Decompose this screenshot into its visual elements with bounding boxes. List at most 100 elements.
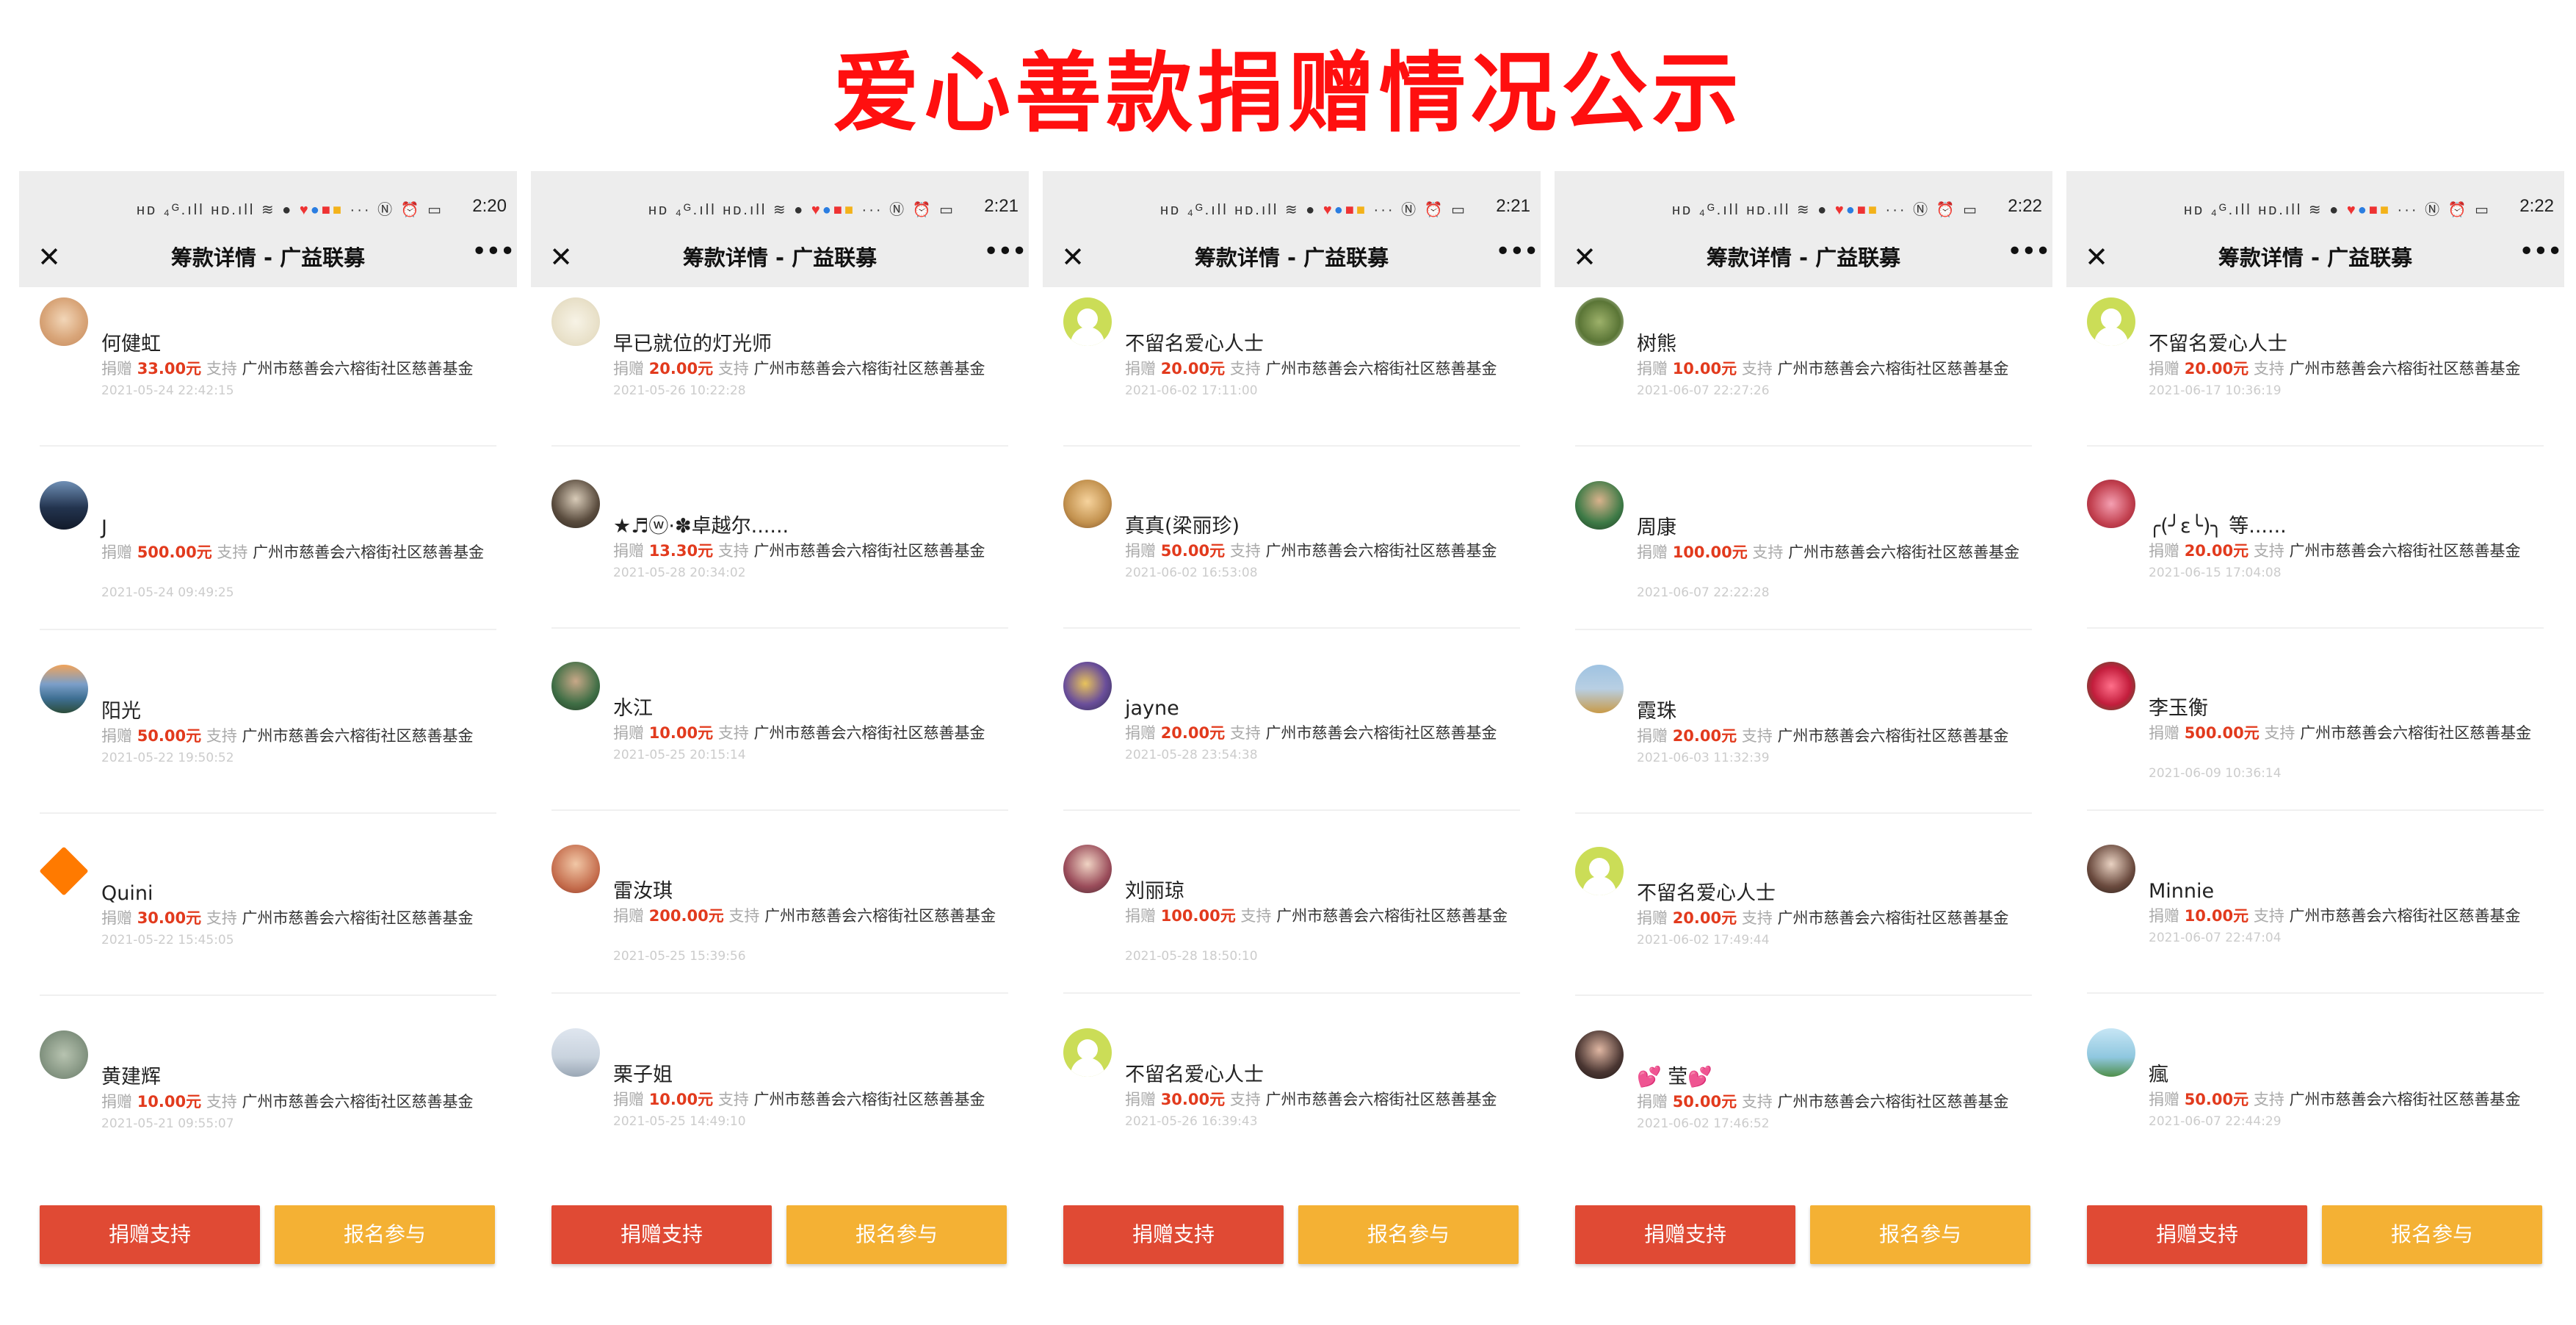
divider (551, 627, 1008, 629)
donation-amount: 500.00元 (2184, 724, 2260, 742)
donation-date: 2021-05-22 15:45:05 (101, 933, 234, 947)
screenshot-panels: ʜᴅ ₄ᴳ.ıll ʜᴅ.ıll ≋ ● ♥●■■ ··· Ⓝ ⏰ ▭ 2:20 ✕… (19, 171, 2564, 1273)
avatar (2087, 845, 2135, 893)
close-icon[interactable]: ✕ (35, 243, 63, 271)
donate-label: 捐赠 (101, 1093, 132, 1111)
avatar (2087, 1028, 2135, 1077)
donate-label: 捐赠 (101, 360, 132, 378)
donation-amount: 20.00元 (2184, 542, 2249, 560)
nav-title: 筹款详情 - 广益联募 (170, 245, 366, 270)
close-icon[interactable]: ✕ (2083, 243, 2110, 271)
donate-button[interactable]: 捐赠支持 (551, 1205, 772, 1264)
support-label: 支持 (1229, 724, 1261, 742)
divider (551, 992, 1008, 994)
divider (1063, 445, 1520, 447)
close-icon[interactable]: ✕ (1571, 243, 1599, 271)
support-label: 支持 (206, 1093, 237, 1111)
more-icon[interactable]: ••• (471, 237, 515, 267)
donate-label: 捐赠 (613, 1091, 644, 1108)
donate-button[interactable]: 捐赠支持 (40, 1205, 260, 1264)
support-label: 支持 (1240, 907, 1272, 925)
donate-button[interactable]: 捐赠支持 (2087, 1205, 2307, 1264)
donation-list[interactable]: 树熊 捐赠 10.00元 支持 广州市慈善会六榕街社区慈善基金 2021-06-07… (1555, 287, 2052, 1196)
donate-label: 捐赠 (613, 542, 644, 560)
join-button[interactable]: 报名参与 (1298, 1205, 1519, 1264)
donation-list[interactable]: 何健虹 捐赠 33.00元 支持 广州市慈善会六榕街社区慈善基金 2021-05-2… (19, 287, 517, 1196)
support-label: 支持 (1741, 1093, 1773, 1111)
divider (1063, 809, 1520, 811)
donate-label: 捐赠 (1125, 1091, 1156, 1108)
donation-detail: 捐赠 10.00元 支持 广州市慈善会六榕街社区慈善基金 (613, 723, 1013, 743)
list-item: 李玉衡 捐赠 500.00元 支持 广州市慈善会六榕街社区慈善基金 2021-06-… (2066, 651, 2564, 828)
organization-name: 广州市慈善会六榕街社区慈善基金 (253, 544, 485, 561)
nav-bar: ✕ 筹款详情 - 广益联募 ••• (1555, 230, 2052, 287)
donor-name: 周康 (1637, 516, 1676, 539)
support-label: 支持 (206, 727, 237, 745)
donation-detail: 捐赠 500.00元 支持 广州市慈善会六榕街社区慈善基金 (2149, 723, 2549, 743)
list-item: 霞珠 捐赠 20.00元 支持 广州市慈善会六榕街社区慈善基金 2021-06-03… (1555, 654, 2052, 831)
organization-name: 广州市慈善会六榕街社区慈善基金 (242, 909, 474, 927)
donate-label: 捐赠 (2149, 724, 2179, 742)
support-label: 支持 (1229, 542, 1261, 560)
join-button[interactable]: 报名参与 (275, 1205, 495, 1264)
divider (40, 812, 496, 814)
donate-label: 捐赠 (1637, 727, 1668, 745)
donation-detail: 捐赠 50.00元 支持 广州市慈善会六榕街社区慈善基金 (101, 726, 502, 746)
donation-date: 2021-06-07 22:47:04 (2149, 931, 2282, 945)
nav-title: 筹款详情 - 广益联募 (682, 245, 878, 270)
donor-name: 不留名爱心人士 (1125, 1064, 1264, 1086)
donor-name: 黄建辉 (101, 1066, 161, 1088)
more-icon[interactable]: ••• (2007, 237, 2051, 267)
organization-name: 广州市慈善会六榕街社区慈善基金 (1788, 544, 2020, 561)
donation-amount: 10.00元 (648, 1091, 714, 1108)
avatar (551, 297, 600, 346)
support-label: 支持 (2253, 907, 2284, 925)
list-item: 阳光 捐赠 50.00元 支持 广州市慈善会六榕街社区慈善基金 2021-05-22… (19, 654, 517, 831)
donation-amount: 20.00元 (1160, 724, 1226, 742)
support-label: 支持 (717, 360, 749, 378)
close-icon[interactable]: ✕ (1059, 243, 1087, 271)
donation-detail: 捐赠 50.00元 支持 广州市慈善会六榕街社区慈善基金 (1637, 1092, 2037, 1112)
donor-name: 何健虹 (101, 333, 161, 355)
list-fade (2066, 1148, 2564, 1199)
organization-name: 广州市慈善会六榕街社区慈善基金 (753, 724, 985, 742)
donation-detail: 捐赠 20.00元 支持 广州市慈善会六榕街社区慈善基金 (1637, 726, 2037, 746)
donor-name: 不留名爱心人士 (1125, 333, 1264, 355)
donor-name: 雷汝琪 (613, 880, 673, 903)
nav-title: 筹款详情 - 广益联募 (1194, 245, 1389, 270)
close-icon[interactable]: ✕ (547, 243, 575, 271)
donation-date: 2021-05-25 20:15:14 (613, 748, 746, 762)
donor-name: 霞珠 (1637, 700, 1676, 723)
more-icon[interactable]: ••• (2519, 237, 2563, 267)
list-item: 何健虹 捐赠 33.00元 支持 广州市慈善会六榕街社区慈善基金 2021-05-2… (19, 287, 517, 463)
avatar (551, 1028, 600, 1077)
avatar (40, 665, 88, 713)
donor-name: 早已就位的灯光师 (613, 333, 772, 355)
support-label: 支持 (217, 544, 248, 561)
donate-label: 捐赠 (101, 909, 132, 927)
divider (1575, 812, 2032, 814)
avatar (1575, 665, 1624, 713)
donation-amount: 10.00元 (1672, 360, 1737, 378)
donate-label: 捐赠 (101, 544, 132, 561)
donate-button[interactable]: 捐赠支持 (1063, 1205, 1284, 1264)
donation-list[interactable]: 不留名爱心人士 捐赠 20.00元 支持 广州市慈善会六榕街社区慈善基金 2021-… (2066, 287, 2564, 1196)
donation-list[interactable]: 不留名爱心人士 捐赠 20.00元 支持 广州市慈善会六榕街社区慈善基金 2021-… (1043, 287, 1541, 1196)
join-button[interactable]: 报名参与 (786, 1205, 1007, 1264)
donation-list[interactable]: 早已就位的灯光师 捐赠 20.00元 支持 广州市慈善会六榕街社区慈善基金 2021… (531, 287, 1029, 1196)
donation-detail: 捐赠 10.00元 支持 广州市慈善会六榕街社区慈善基金 (613, 1090, 1013, 1110)
nav-title: 筹款详情 - 广益联募 (2218, 245, 2413, 270)
avatar (1063, 297, 1112, 346)
join-button[interactable]: 报名参与 (1810, 1205, 2030, 1264)
join-button[interactable]: 报名参与 (2322, 1205, 2542, 1264)
donate-button[interactable]: 捐赠支持 (1575, 1205, 1795, 1264)
donor-name: 李玉衡 (2149, 697, 2208, 720)
donation-amount: 50.00元 (1160, 542, 1226, 560)
donate-label: 捐赠 (2149, 1091, 2179, 1108)
list-fade (1043, 1148, 1541, 1199)
donor-name: ★♬ⓦ·✽卓越尔...... (613, 515, 789, 538)
more-icon[interactable]: ••• (1495, 237, 1539, 267)
more-icon[interactable]: ••• (983, 237, 1027, 267)
support-label: 支持 (1741, 727, 1773, 745)
organization-name: 广州市慈善会六榕街社区慈善基金 (242, 727, 474, 745)
